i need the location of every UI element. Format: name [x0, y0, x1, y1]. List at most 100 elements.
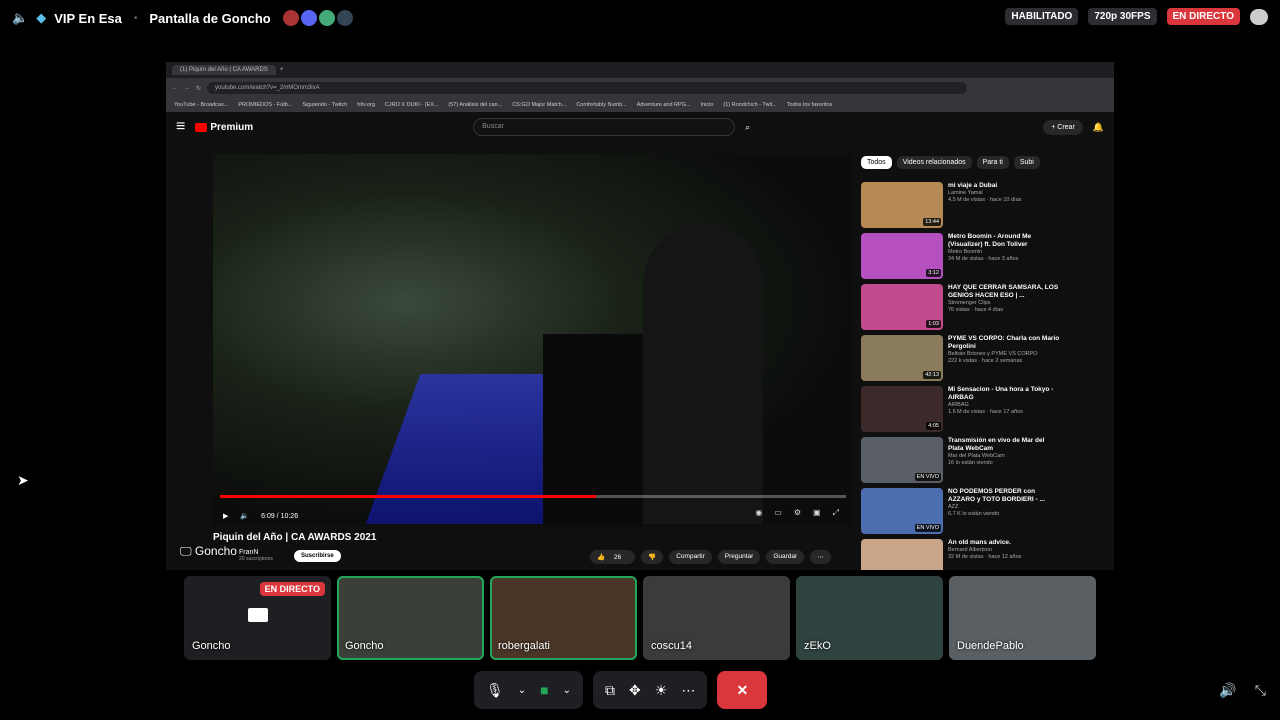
- bookmark-item[interactable]: Siguiendo - Twitch: [302, 102, 347, 108]
- participant-tile[interactable]: coscu14: [643, 576, 790, 660]
- bookmark-item[interactable]: YouTube - Broadcas...: [174, 102, 228, 108]
- back-icon[interactable]: ←: [172, 85, 178, 91]
- fullscreen-icon[interactable]: ⤢: [833, 508, 839, 518]
- microphone-icon[interactable]: 🎙: [486, 682, 504, 699]
- recommendation-item[interactable]: EN VIVO Transmisión en vivo de Mar del Pl…: [861, 437, 1061, 488]
- subtitles-icon[interactable]: ▭: [774, 508, 782, 518]
- reload-icon[interactable]: ↻: [196, 85, 201, 92]
- participant-tile[interactable]: EN DIRECTO Goncho: [184, 576, 331, 660]
- exit-fullscreen-icon[interactable]: ⤡: [1255, 682, 1266, 699]
- viewer-avatar[interactable]: [300, 10, 317, 26]
- recommendation-item[interactable]: 3:12 Metro Boomin - Around Me (Visualizer…: [861, 233, 1061, 284]
- like-button[interactable]: 👍 26: [590, 550, 636, 564]
- chat-icon[interactable]: [1250, 8, 1268, 25]
- video-thumbnail[interactable]: 42:13: [861, 335, 943, 381]
- participant-tile[interactable]: robergalati: [490, 576, 637, 660]
- volume-icon[interactable]: 🔊: [1219, 682, 1236, 699]
- more-options-icon[interactable]: ⋯: [681, 682, 695, 699]
- video-player[interactable]: ▶ 🔉 6:09 / 10:26 ◉ ▭ ⚙ ▣ ⤢: [213, 154, 853, 526]
- recommendation-item[interactable]: An old mans advice. Bernard Albertson 32 M…: [861, 539, 1061, 570]
- recommendation-item[interactable]: 4:05 Mi Sensacion - Una hora a Tokyo - AI…: [861, 386, 1061, 437]
- recommendation-item[interactable]: 1:03 HAY QUE CERRAR SAMSARA, LOS GENIOS H…: [861, 284, 1061, 335]
- rec-title: Transmisión en vivo de Mar del Plata Web…: [948, 437, 1045, 453]
- rec-title: An old mans advice.: [948, 539, 1011, 546]
- chevron-down-icon[interactable]: ⌄: [563, 685, 571, 696]
- bookmark-item[interactable]: Inicio: [701, 102, 714, 108]
- rec-meta: 4.5 M de vistas · hace 10 días: [948, 197, 1022, 203]
- recommendation-item[interactable]: EN VIVO NO PODEMOS PERDER con AZZARO y TO…: [861, 488, 1061, 539]
- duration-badge: 13:44: [923, 218, 941, 226]
- bookmark-item[interactable]: Adventure and RPG...: [637, 102, 691, 108]
- share-button[interactable]: Compartir: [669, 550, 712, 564]
- settings-icon[interactable]: ⚙: [794, 508, 801, 518]
- video-thumbnail[interactable]: [861, 539, 943, 570]
- subscribe-button[interactable]: Suscribirse: [294, 550, 341, 562]
- participant-tile[interactable]: zEkO: [796, 576, 943, 660]
- chevron-down-icon[interactable]: ⌄: [518, 685, 526, 696]
- play-icon[interactable]: ▶: [223, 512, 228, 520]
- viewer-avatar[interactable]: [282, 10, 299, 26]
- video-thumbnail[interactable]: EN VIVO: [861, 488, 943, 534]
- speaker-icon[interactable]: 🔈: [12, 10, 28, 26]
- volume-icon[interactable]: 🔉: [240, 512, 249, 520]
- viewer-avatar[interactable]: [336, 10, 353, 26]
- duration-badge: 3:12: [926, 269, 941, 277]
- search-icon[interactable]: ⌕: [745, 122, 750, 133]
- new-tab-icon[interactable]: +: [280, 67, 284, 73]
- filter-chip[interactable]: Videos relacionados: [896, 156, 972, 169]
- bookmark-item[interactable]: PROMIEDOS - Fútb...: [238, 102, 292, 108]
- menu-icon[interactable]: ≡: [176, 118, 185, 136]
- participant-tile[interactable]: DuendePablo: [949, 576, 1096, 660]
- rec-channel: Mar del Plata WebCam: [948, 453, 1005, 460]
- recommendation-item[interactable]: 42:13 PYME VS CORPO: Charla con Mario Per…: [861, 335, 1061, 386]
- viewer-avatar[interactable]: [318, 10, 335, 26]
- soundboard-icon[interactable]: ☀: [655, 682, 668, 699]
- video-thumbnail[interactable]: EN VIVO: [861, 437, 943, 483]
- activities-icon[interactable]: ✥: [629, 682, 641, 699]
- bookmark-item[interactable]: Comfortably Numb...: [576, 102, 626, 108]
- channel-info[interactable]: FranN 20 suscriptores: [239, 549, 273, 562]
- participant-name: Goncho: [192, 640, 231, 652]
- filter-chip[interactable]: Para ti: [976, 156, 1009, 169]
- bookmark-item[interactable]: Todos los favoritos: [787, 102, 833, 108]
- dislike-button[interactable]: 👎: [641, 550, 664, 564]
- autoplay-toggle[interactable]: ◉: [755, 508, 762, 518]
- forward-icon[interactable]: →: [184, 85, 190, 91]
- filter-chip[interactable]: Todos: [861, 156, 892, 169]
- video-thumbnail[interactable]: 1:03: [861, 284, 943, 330]
- participant-name: coscu14: [651, 640, 692, 652]
- camera-icon[interactable]: ■: [540, 682, 548, 698]
- duration-badge: 4:05: [926, 422, 941, 430]
- ask-button[interactable]: Preguntar: [717, 550, 761, 564]
- create-button[interactable]: + Crear: [1043, 119, 1083, 135]
- bookmark-item[interactable]: (57) Análisis del can...: [448, 102, 502, 108]
- recommendation-item[interactable]: 13:44 mi viaje a Dubai Lamine Yamal 4.5 M d…: [861, 182, 1061, 233]
- notifications-icon[interactable]: 🔔: [1093, 122, 1104, 133]
- bookmark-item[interactable]: (1) Rondchich - Twit...: [723, 102, 776, 108]
- bookmark-item[interactable]: CS:GO Major Match...: [512, 102, 566, 108]
- miniplayer-icon[interactable]: ▣: [813, 508, 821, 518]
- bookmark-item[interactable]: CJRO X DUKI - (EX...: [385, 102, 438, 108]
- video-thumbnail[interactable]: 3:12: [861, 233, 943, 279]
- habilitado-badge: HABILITADO: [1005, 8, 1079, 25]
- participant-tile[interactable]: Goncho: [337, 576, 484, 660]
- search-input[interactable]: Buscar: [473, 118, 736, 136]
- youtube-logo[interactable]: Premium: [195, 122, 253, 133]
- video-thumbnail[interactable]: 13:44: [861, 182, 943, 228]
- rec-meta: 6.7 K lo están viendo: [948, 511, 1000, 518]
- browser-tab[interactable]: (1) Piquín del Año | CA AWARDS: [172, 65, 276, 75]
- filter-chip[interactable]: Subi: [1013, 156, 1040, 169]
- screen-share-icon[interactable]: ⧉: [605, 682, 615, 699]
- viewer-avatars[interactable]: [282, 10, 353, 26]
- rec-channel: Bernard Albertson: [948, 547, 993, 554]
- rec-meta: 16 lo están viendo: [948, 460, 993, 467]
- video-thumbnail[interactable]: 4:05: [861, 386, 943, 432]
- more-icon[interactable]: ⋯: [810, 550, 831, 564]
- gem-icon: ◆: [36, 10, 47, 25]
- rec-channel: AIRBAG: [948, 402, 969, 409]
- bookmark-item[interactable]: hltv.org: [357, 102, 375, 108]
- leave-call-button[interactable]: ✕: [717, 671, 768, 709]
- video-progress-bar[interactable]: [220, 495, 846, 498]
- save-button[interactable]: Guardar: [766, 550, 805, 564]
- address-bar[interactable]: youtube.com/watch?v=_2mMOmm3lxA: [207, 82, 968, 94]
